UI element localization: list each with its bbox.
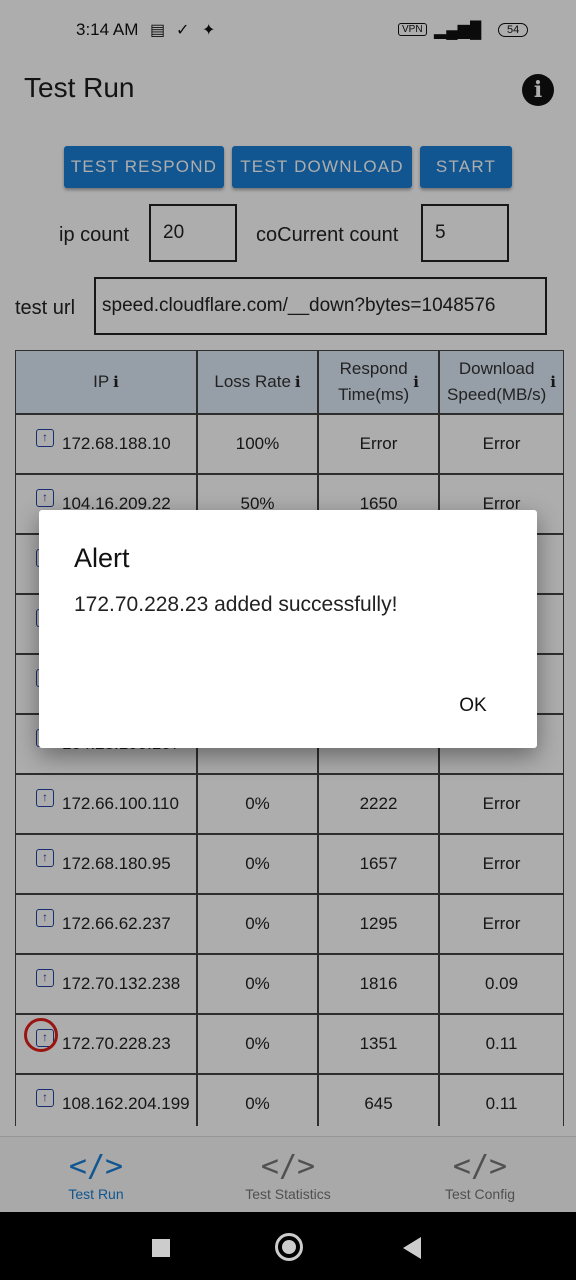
home-icon[interactable] xyxy=(275,1233,303,1261)
dialog-title: Alert xyxy=(74,543,130,573)
dialog-message: 172.70.228.23 added successfully! xyxy=(74,593,398,616)
alert-dialog: Alert 172.70.228.23 added successfully! … xyxy=(39,510,537,748)
recents-icon[interactable] xyxy=(152,1239,170,1257)
system-navigation-bar xyxy=(0,1212,576,1280)
back-icon[interactable] xyxy=(403,1237,421,1259)
ok-button[interactable]: OK xyxy=(443,688,503,724)
